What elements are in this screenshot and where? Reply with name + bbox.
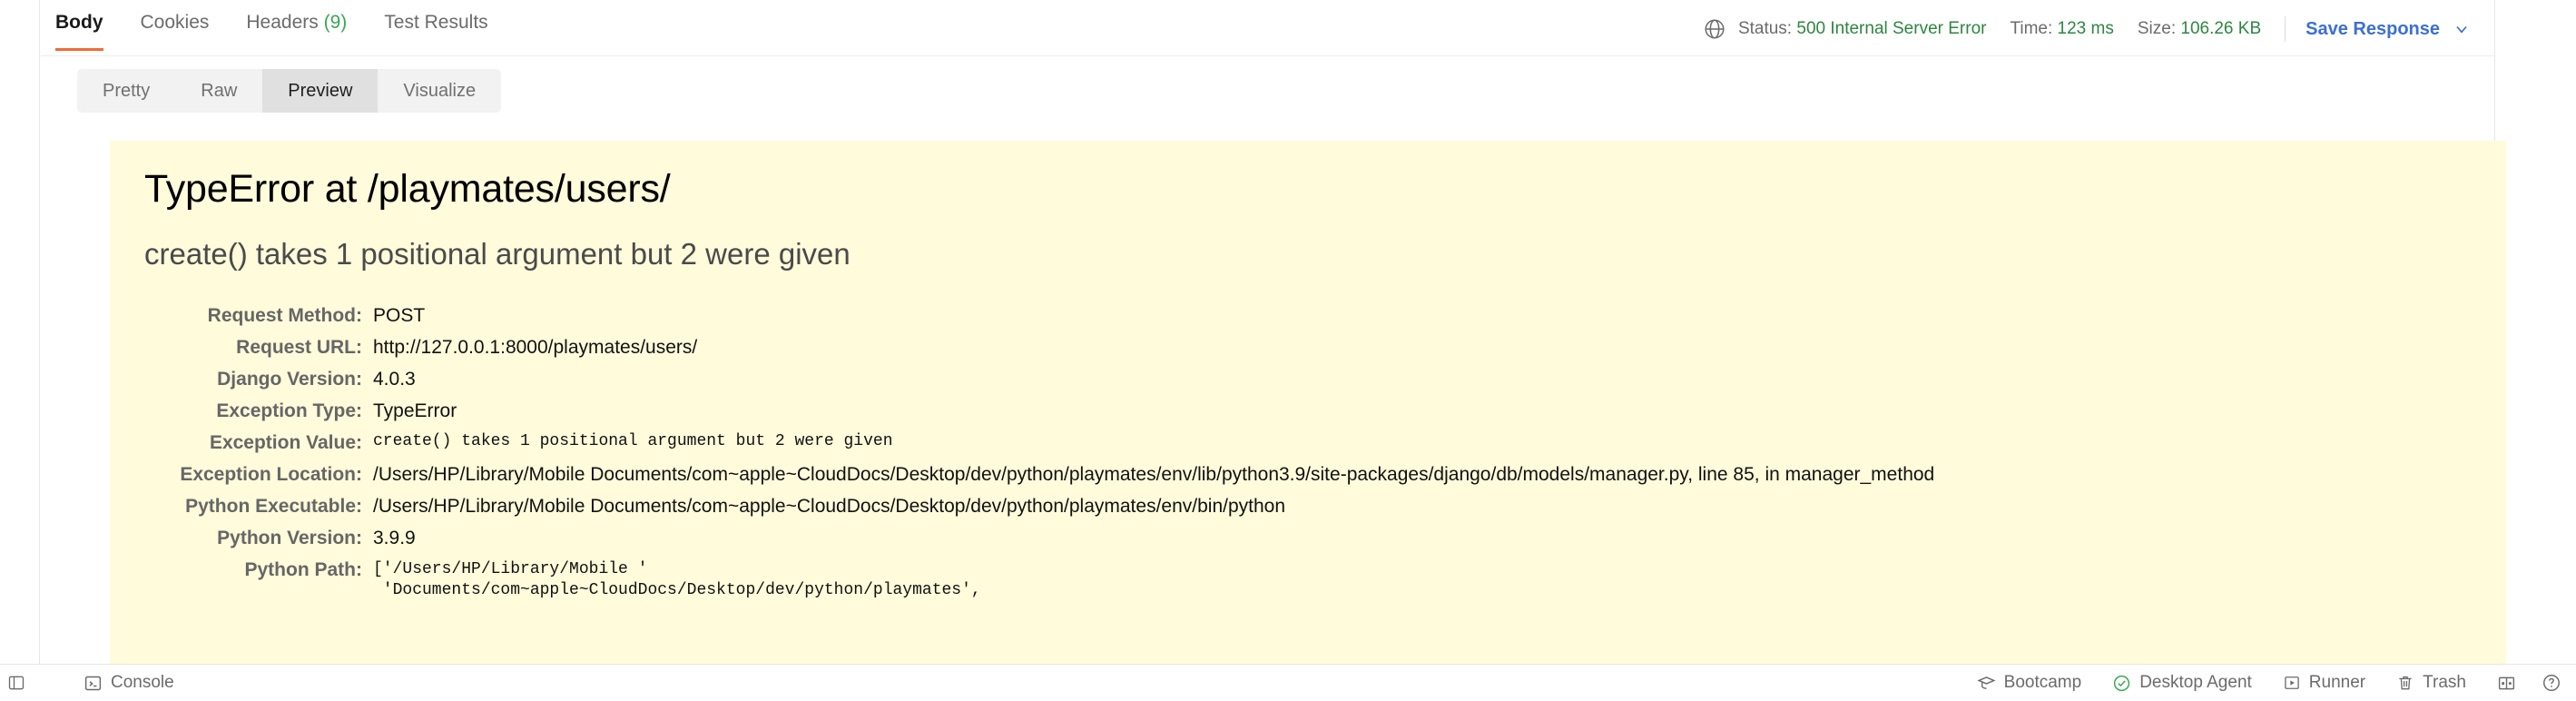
status-bar-right: Bootcamp Desktop Agent Runner Trash — [1977, 673, 2576, 693]
tab-cookies-label: Cookies — [140, 12, 210, 33]
django-error-preview: TypeError at /playmates/users/ create() … — [110, 141, 2506, 664]
trash-label: Trash — [2423, 673, 2466, 692]
bootcamp-label: Bootcamp — [2003, 673, 2082, 692]
left-gutter — [0, 0, 40, 664]
tab-body[interactable]: Body — [55, 0, 103, 51]
status-value: 500 Internal Server Error — [1796, 19, 1987, 38]
globe-icon[interactable] — [1703, 17, 1726, 41]
desktop-agent-button[interactable]: Desktop Agent — [2112, 673, 2252, 693]
status-meta: Status: 500 Internal Server Error — [1738, 19, 1987, 39]
check-circle-icon — [2112, 674, 2131, 693]
tab-cookies[interactable]: Cookies — [141, 0, 210, 32]
time-label: Time: — [2010, 19, 2053, 38]
row-label-request-method: Request Method: — [207, 304, 362, 326]
console-button[interactable]: Console — [84, 673, 174, 693]
table-row: Exception Location: /Users/HP/Library/Mo… — [144, 464, 1934, 496]
page-title: TypeError at /playmates/users/ — [144, 167, 671, 211]
tab-body-label: Body — [55, 12, 103, 33]
layout-split-icon — [2497, 674, 2516, 693]
bottom-status-bar: Console Bootcamp Desktop Agent Runner Tr… — [0, 664, 2576, 701]
tab-headers-count: (9) — [323, 12, 348, 33]
exception-summary-table: Request Method: POST Request URL: http:/… — [144, 305, 1934, 612]
active-tab-underline — [55, 48, 103, 51]
row-value-python-version: 3.9.9 — [373, 527, 416, 548]
help-button[interactable] — [2542, 673, 2561, 693]
view-mode-raw[interactable]: Raw — [175, 69, 262, 113]
chevron-down-icon[interactable] — [2453, 20, 2471, 38]
response-meta: Status: 500 Internal Server Error Time: … — [1703, 0, 2494, 56]
time-value: 123 ms — [2057, 19, 2114, 38]
console-label: Console — [111, 673, 174, 692]
python-path-text: ['/Users/HP/Library/Mobile ' 'Documents/… — [373, 559, 981, 600]
time-meta: Time: 123 ms — [2010, 19, 2113, 39]
view-mode-pretty-label: Pretty — [103, 80, 151, 101]
help-circle-icon — [2542, 673, 2561, 693]
view-mode-preview[interactable]: Preview — [262, 69, 379, 113]
table-row: Exception Value: create() takes 1 positi… — [144, 432, 1934, 464]
row-label-django-version: Django Version: — [217, 368, 362, 390]
console-icon — [84, 674, 103, 693]
view-mode-raw-label: Raw — [201, 80, 238, 101]
row-label-request-url: Request URL: — [236, 336, 362, 358]
postman-response-screen: Body Cookies Headers (9) Test Results St… — [0, 0, 2576, 701]
row-value-request-url: http://127.0.0.1:8000/playmates/users/ — [373, 336, 698, 358]
bootcamp-button[interactable]: Bootcamp — [1977, 673, 2082, 693]
status-label: Status: — [1737, 19, 1793, 38]
graduation-cap-icon — [1977, 674, 1996, 693]
tab-headers[interactable]: Headers (9) — [246, 0, 347, 32]
status-bar-left: Console — [0, 673, 205, 693]
table-row: Request URL: http://127.0.0.1:8000/playm… — [144, 337, 1934, 369]
table-row: Python Executable: /Users/HP/Library/Mob… — [144, 496, 1934, 528]
play-box-icon — [2283, 674, 2301, 692]
row-value-exception-location: /Users/HP/Library/Mobile Documents/com~a… — [373, 463, 1935, 485]
runner-button[interactable]: Runner — [2283, 673, 2365, 693]
body-view-mode-tabs: Pretty Raw Preview Visualize — [77, 69, 502, 113]
layout-split-button[interactable] — [2497, 674, 2516, 693]
view-mode-pretty[interactable]: Pretty — [77, 69, 175, 113]
row-label-exception-value: Exception Value: — [209, 431, 362, 453]
view-mode-preview-label: Preview — [288, 80, 353, 101]
table-row: Python Version: 3.9.9 — [144, 528, 1934, 559]
save-response-label: Save Response — [2306, 18, 2440, 39]
row-value-django-version: 4.0.3 — [373, 368, 416, 390]
row-label-python-version: Python Version: — [217, 527, 362, 548]
django-error-inner: TypeError at /playmates/users/ create() … — [110, 141, 2506, 612]
toggle-sidebar-button[interactable] — [7, 674, 25, 692]
size-meta: Size: 106.26 KB — [2138, 19, 2261, 39]
meta-divider — [2285, 16, 2286, 42]
row-label-python-path: Python Path: — [244, 558, 363, 580]
row-label-exception-location: Exception Location: — [180, 463, 362, 485]
table-row: Exception Type: TypeError — [144, 400, 1934, 432]
table-row: Request Method: POST — [144, 305, 1934, 337]
desktop-agent-label: Desktop Agent — [2139, 673, 2252, 692]
table-row: Django Version: 4.0.3 — [144, 369, 1934, 400]
size-value: 106.26 KB — [2180, 19, 2262, 38]
row-label-python-executable: Python Executable: — [185, 495, 362, 517]
tab-test-results[interactable]: Test Results — [384, 0, 487, 32]
trash-icon — [2396, 674, 2414, 692]
table-row: Python Path: ['/Users/HP/Library/Mobile … — [144, 559, 1934, 612]
row-value-exception-value: create() takes 1 positional argument but… — [373, 431, 893, 450]
page-subtitle: create() takes 1 positional argument but… — [144, 237, 850, 272]
view-mode-visualize[interactable]: Visualize — [378, 69, 501, 113]
row-value-python-path: ['/Users/HP/Library/Mobile ' 'Documents/… — [373, 559, 1934, 612]
row-value-request-method: POST — [373, 304, 426, 326]
runner-label: Runner — [2308, 673, 2366, 692]
view-mode-visualize-label: Visualize — [403, 80, 477, 101]
right-pane — [2495, 0, 2576, 664]
tab-test-results-label: Test Results — [384, 12, 488, 33]
response-tab-row: Body Cookies Headers (9) Test Results St… — [41, 0, 2494, 56]
panel-left-icon — [7, 674, 25, 692]
response-tabs: Body Cookies Headers (9) Test Results — [55, 0, 526, 56]
row-label-exception-type: Exception Type: — [216, 400, 362, 421]
size-label: Size: — [2137, 19, 2177, 38]
trash-button[interactable]: Trash — [2396, 673, 2466, 693]
response-pane: Body Cookies Headers (9) Test Results St… — [41, 0, 2506, 664]
row-value-exception-type: TypeError — [373, 400, 457, 421]
row-value-python-executable: /Users/HP/Library/Mobile Documents/com~a… — [373, 495, 1286, 517]
save-response-button[interactable]: Save Response — [2306, 19, 2471, 40]
tab-headers-label: Headers — [246, 12, 319, 33]
